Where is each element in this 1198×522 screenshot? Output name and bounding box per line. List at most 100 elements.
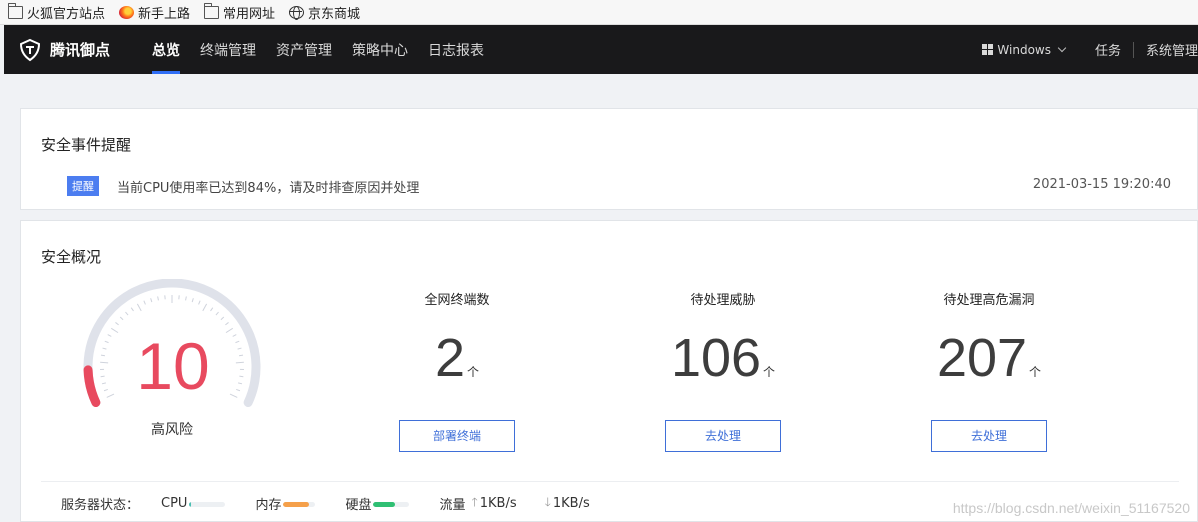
gauge-tick [232,334,237,337]
bookmark-label: 京东商城 [308,6,361,22]
nav-divider [1133,41,1134,58]
gauge-tick [157,296,159,301]
gauge-tick [198,300,201,305]
os-label: Windows [997,42,1051,57]
security-overview-card: 安全概况 10 高风险 全网终端数 2个 部署终端 待处理威胁 106 个 去处理… [20,220,1198,522]
risk-level-label: 高风险 [151,422,193,438]
stat-vulnerabilities: 待处理高危漏洞 207 个 去处理 [909,289,1069,452]
bookmark-item[interactable]: 京东商城 [289,3,360,22]
stat-label: 待处理威胁 [690,293,756,308]
overview-card-title: 安全概况 [41,248,102,266]
gauge-tick [220,316,225,321]
nav-tab-terminals[interactable]: 终端管理 [200,25,256,74]
gauge-tick [103,388,108,392]
gauge-tick [236,388,241,392]
nav-tab-assets[interactable]: 资产管理 [276,25,332,74]
server-status-label: 服务器状态： [61,498,140,513]
risk-score: 10 [136,329,210,403]
alert-timestamp: 2021-03-15 19:20:40 [1032,177,1171,192]
memory-label: 内存 [255,498,282,513]
cpu-metric: CPU [161,496,226,511]
gauge-tick [238,382,243,385]
gauge-tick [125,311,129,316]
gauge-tick [136,303,142,312]
gauge-tick [237,347,242,350]
nav-tab-policy[interactable]: 策略中心 [352,25,408,74]
globe-icon [289,5,305,20]
gauge-tick [235,361,244,364]
stat-label: 全网终端数 [424,293,490,308]
cpu-bar [189,502,226,507]
folder-icon [203,2,220,19]
gauge-tick [191,298,194,303]
memory-bar-fill [283,502,310,507]
tasks-link[interactable]: 任务 [1095,40,1121,59]
gauge-tick [238,354,244,357]
os-dropdown[interactable]: Windows [982,42,1067,57]
upload-rate: 1KB/s [479,496,517,511]
disk-bar-fill [373,502,396,507]
stat-value: 207 个 [936,328,1042,388]
upload-arrow-icon: 🡑 [471,495,478,509]
handle-vulnerabilities-button[interactable]: 去处理 [931,420,1047,452]
brand-logo[interactable]: 腾讯御点 [18,38,136,62]
windows-icon [982,44,994,55]
gauge-tick [239,375,244,378]
gauge-tick [143,300,146,305]
system-management-link[interactable]: 系统管理 [1146,40,1198,59]
folder-icon [7,2,23,19]
gauge-tick [104,340,109,344]
gauge-tick [100,361,109,364]
bookmark-item[interactable]: 常用网址 [203,2,276,22]
gauge-tick [150,298,153,303]
traffic-metric: 流量 🡑 1KB/s [439,493,516,514]
divider [41,481,1179,482]
nav-tab-logs[interactable]: 日志报表 [428,25,484,74]
bookmark-label: 常用网址 [223,6,276,22]
brand-name: 腾讯御点 [50,41,111,59]
cpu-bar-fill [189,502,191,507]
gauge-tick [130,307,134,312]
memory-bar [283,502,316,507]
handle-threats-button[interactable]: 去处理 [665,420,781,452]
nav-right: Windows 任务 系统管理 [982,25,1198,74]
gauge-tick [225,322,229,326]
bookmark-label: 新手上路 [138,6,191,22]
bookmarks-bar: 火狐官方站点 新手上路 常用网址 京东商城 [0,0,1198,25]
cpu-label: CPU [161,496,188,511]
download-arrow-icon: 🡓 [544,495,551,509]
bookmark-item[interactable]: 新手上路 [119,3,190,22]
alert-message: 当前CPU使用率已达到84%，请及时排查原因并处理 [117,180,420,196]
gauge-tick [202,303,208,312]
gauge-tick [215,311,219,316]
memory-metric: 内存 [255,494,316,513]
stat-value: 2个 [434,328,480,388]
stat-terminals: 全网终端数 2个 部署终端 [377,289,537,452]
alert-item[interactable]: 提醒 当前CPU使用率已达到84%，请及时排查原因并处理 [67,176,419,196]
bookmark-label: 火狐官方站点 [27,6,106,22]
alert-card-title: 安全事件提醒 [41,136,132,154]
nav-tab-overview[interactable]: 总览 [152,25,180,74]
bookmark-item[interactable]: 火狐官方站点 [7,2,106,22]
download-rate: 1KB/s [552,496,590,511]
shield-logo-icon [19,38,41,61]
top-nav: 腾讯御点 总览 终端管理 资产管理 策略中心 日志报表 Windows 任务 系… [4,25,1198,74]
gauge-tick [210,307,214,312]
watermark: https://blog.csdn.net/weixin_51167520 [952,500,1190,516]
gauge-tick [185,296,187,301]
firefox-icon [119,5,135,19]
security-alert-card: 安全事件提醒 提醒 当前CPU使用率已达到84%，请及时排查原因并处理 2021… [20,108,1198,210]
gauge-tick [235,340,240,344]
download-metric: 🡓 1KB/s [545,493,590,514]
gauge-tick [101,382,106,385]
gauge-fill [83,365,101,407]
stat-threats: 待处理威胁 106 个 去处理 [643,289,803,452]
gauge-tick [119,316,124,321]
deploy-terminal-button[interactable]: 部署终端 [399,420,515,452]
disk-bar [373,502,410,507]
traffic-label: 流量 [439,498,466,513]
disk-label: 硬盘 [345,498,372,513]
stat-value: 106 个 [670,328,776,388]
gauge-tick [100,354,106,357]
alert-badge: 提醒 [67,176,99,196]
